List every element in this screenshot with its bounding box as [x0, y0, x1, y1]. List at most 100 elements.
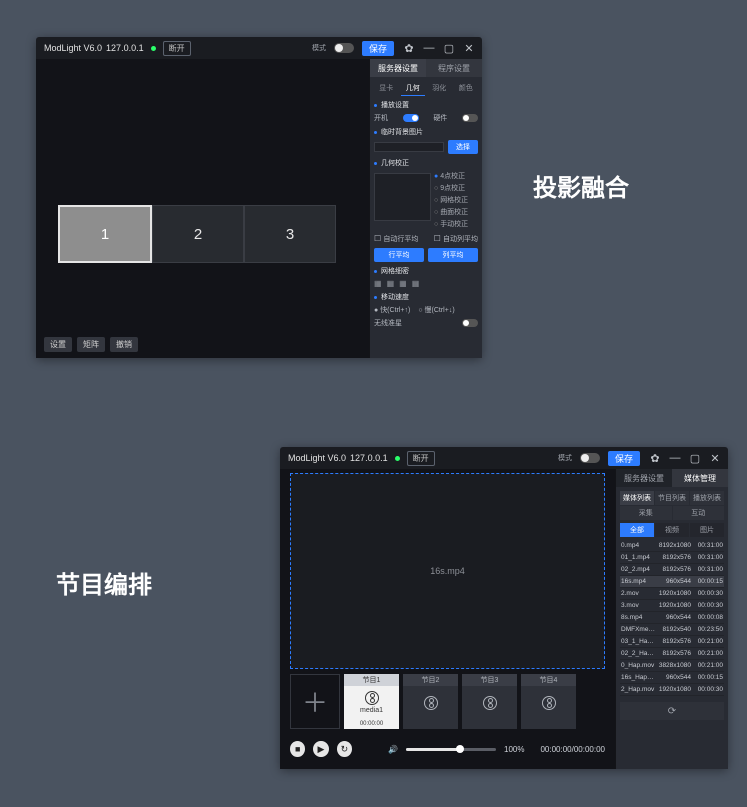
- grid-icon[interactable]: ▦: [387, 279, 395, 288]
- col-avg-button[interactable]: 列平均: [428, 248, 478, 262]
- srctab-playlist[interactable]: 播放列表: [690, 491, 724, 505]
- media-row[interactable]: 03_1_Hap.mov8192x57600:21:00: [620, 636, 724, 648]
- connection-button[interactable]: 断开: [163, 41, 191, 56]
- media-row[interactable]: 02_2_Hap.mov8192x57600:21:00: [620, 648, 724, 660]
- subtab-display[interactable]: 显卡: [374, 81, 399, 96]
- media-duration: 00:00:15: [693, 674, 723, 681]
- stop-button[interactable]: ■: [290, 741, 305, 757]
- media-row[interactable]: 8s.mp4960x54400:00:08: [620, 612, 724, 624]
- screen-3[interactable]: 3: [244, 205, 336, 263]
- speed-slow-radio[interactable]: ○ 慢(Ctrl+↓): [418, 305, 454, 315]
- filter-all[interactable]: 全部: [620, 523, 654, 537]
- minimize-icon[interactable]: —: [424, 43, 434, 53]
- media-resolution: 960x544: [657, 614, 691, 621]
- save-button[interactable]: 保存: [608, 451, 640, 466]
- srctab-capture[interactable]: 采集: [620, 506, 672, 520]
- media-row[interactable]: 01_1.mp48192x57600:31:00: [620, 552, 724, 564]
- minimize-icon[interactable]: —: [670, 453, 680, 463]
- bg-image-path: [374, 142, 444, 152]
- save-button[interactable]: 保存: [362, 41, 394, 56]
- program-card[interactable]: 节目1media100:00:00: [344, 674, 399, 729]
- connection-button[interactable]: 断开: [407, 451, 435, 466]
- reel-icon: [424, 696, 438, 710]
- program-name: 节目1: [344, 674, 399, 686]
- close-icon[interactable]: ✕: [464, 43, 474, 53]
- program-time: 00:00:00: [344, 719, 399, 729]
- subtab-geometry[interactable]: 几何: [401, 81, 426, 96]
- srctab-program[interactable]: 节目列表: [655, 491, 689, 505]
- mode-label: 模式: [312, 43, 326, 53]
- canvas-drop-area[interactable]: 16s.mp4: [290, 473, 605, 669]
- tab-program-settings[interactable]: 程序设置: [426, 59, 482, 77]
- filter-image[interactable]: 图片: [690, 523, 724, 537]
- media-row[interactable]: 2.mov1920x108000:00:30: [620, 588, 724, 600]
- geom-opt-curve[interactable]: 曲面校正: [434, 207, 478, 219]
- media-resolution: 3828x1080: [657, 662, 691, 669]
- play-button[interactable]: ▶: [313, 741, 328, 757]
- undo-button[interactable]: 撤销: [110, 337, 138, 352]
- grid-icon[interactable]: ▦: [412, 279, 420, 288]
- geom-opt-manual[interactable]: 手动校正: [434, 219, 478, 231]
- mode-toggle[interactable]: [334, 43, 354, 53]
- media-duration: 00:00:30: [693, 686, 723, 693]
- media-row[interactable]: 0.mp48192x108000:31:00: [620, 540, 724, 552]
- filter-video[interactable]: 视频: [655, 523, 689, 537]
- power-label: 开机: [374, 113, 388, 123]
- program-timeline: ＋ 节目1media100:00:00节目2节目3节目4: [290, 674, 605, 729]
- tab-server-settings[interactable]: 服务器设置: [370, 59, 426, 77]
- media-row[interactable]: DMFXmedia.flv8192x54000:23:50: [620, 624, 724, 636]
- volume-icon[interactable]: 🔊: [388, 745, 398, 754]
- screen-2[interactable]: 2: [152, 205, 244, 263]
- hardware-toggle[interactable]: [462, 114, 478, 122]
- media-row[interactable]: 02_2.mp48192x57600:31:00: [620, 564, 724, 576]
- program-card[interactable]: 节目4: [521, 674, 576, 729]
- media-row[interactable]: 0_Hap.mov3828x108000:21:00: [620, 660, 724, 672]
- row-avg-button[interactable]: 行平均: [374, 248, 424, 262]
- geom-opt-4pt[interactable]: 4点校正: [434, 171, 478, 183]
- close-icon[interactable]: ✕: [710, 453, 720, 463]
- media-row[interactable]: 16s_Hap.mov960x54400:00:15: [620, 672, 724, 684]
- subtab-feather[interactable]: 羽化: [427, 81, 452, 96]
- tab-server-settings[interactable]: 服务器设置: [616, 469, 672, 487]
- media-row[interactable]: 3.mov1920x108000:00:30: [620, 600, 724, 612]
- auto-row-avg-checkbox[interactable]: 自动行平均: [374, 234, 418, 244]
- geom-opt-9pt[interactable]: 9点校正: [434, 183, 478, 195]
- subtab-color[interactable]: 颜色: [454, 81, 479, 96]
- srctab-media[interactable]: 媒体列表: [620, 491, 654, 505]
- volume-slider[interactable]: [406, 748, 496, 751]
- program-card[interactable]: 节目3: [462, 674, 517, 729]
- source-tabs: 媒体列表 节目列表 播放列表 采集 互动: [620, 491, 724, 520]
- connection-dot-icon: [151, 46, 156, 51]
- settings-icon[interactable]: ✿: [650, 453, 660, 463]
- maximize-icon[interactable]: ▢: [690, 453, 700, 463]
- power-toggle[interactable]: [403, 114, 419, 122]
- settings-button[interactable]: 设置: [44, 337, 72, 352]
- media-resolution: 960x544: [657, 674, 691, 681]
- loop-button[interactable]: ↻: [337, 741, 352, 757]
- program-card[interactable]: 节目2: [403, 674, 458, 729]
- select-bg-button[interactable]: 选择: [448, 140, 478, 154]
- geometry-preview: [374, 173, 431, 221]
- settings-icon[interactable]: ✿: [404, 43, 414, 53]
- grid-icon[interactable]: ▦: [374, 279, 382, 288]
- geom-opt-grid[interactable]: 网格校正: [434, 195, 478, 207]
- add-program-button[interactable]: ＋: [290, 674, 340, 729]
- media-row[interactable]: 16s.mp4960x54400:00:15: [620, 576, 724, 588]
- mode-toggle[interactable]: [580, 453, 600, 463]
- volume-value: 100%: [504, 745, 524, 754]
- crosshair-toggle[interactable]: [462, 319, 478, 327]
- media-name: 2_Hap.mov: [621, 686, 655, 693]
- projector-fusion-window: ModLight V6.0 127.0.0.1 断开 模式 保存 ✿ — ▢ ✕…: [36, 37, 482, 358]
- srctab-interact[interactable]: 互动: [673, 506, 725, 520]
- matrix-button[interactable]: 矩阵: [77, 337, 105, 352]
- speed-fast-radio[interactable]: ● 快(Ctrl+↑): [374, 305, 410, 315]
- maximize-icon[interactable]: ▢: [444, 43, 454, 53]
- media-duration: 00:00:15: [693, 578, 723, 585]
- player-controls: ■ ▶ ↻ 🔊 100% 00:00:00/00:00:00: [290, 737, 605, 761]
- grid-icon[interactable]: ▦: [399, 279, 407, 288]
- screen-1[interactable]: 1: [58, 205, 152, 263]
- media-row[interactable]: 2_Hap.mov1920x108000:00:30: [620, 684, 724, 696]
- refresh-button[interactable]: ⟳: [620, 702, 724, 720]
- auto-col-avg-checkbox[interactable]: 自动列平均: [434, 234, 478, 244]
- tab-media-manager[interactable]: 媒体管理: [672, 469, 728, 487]
